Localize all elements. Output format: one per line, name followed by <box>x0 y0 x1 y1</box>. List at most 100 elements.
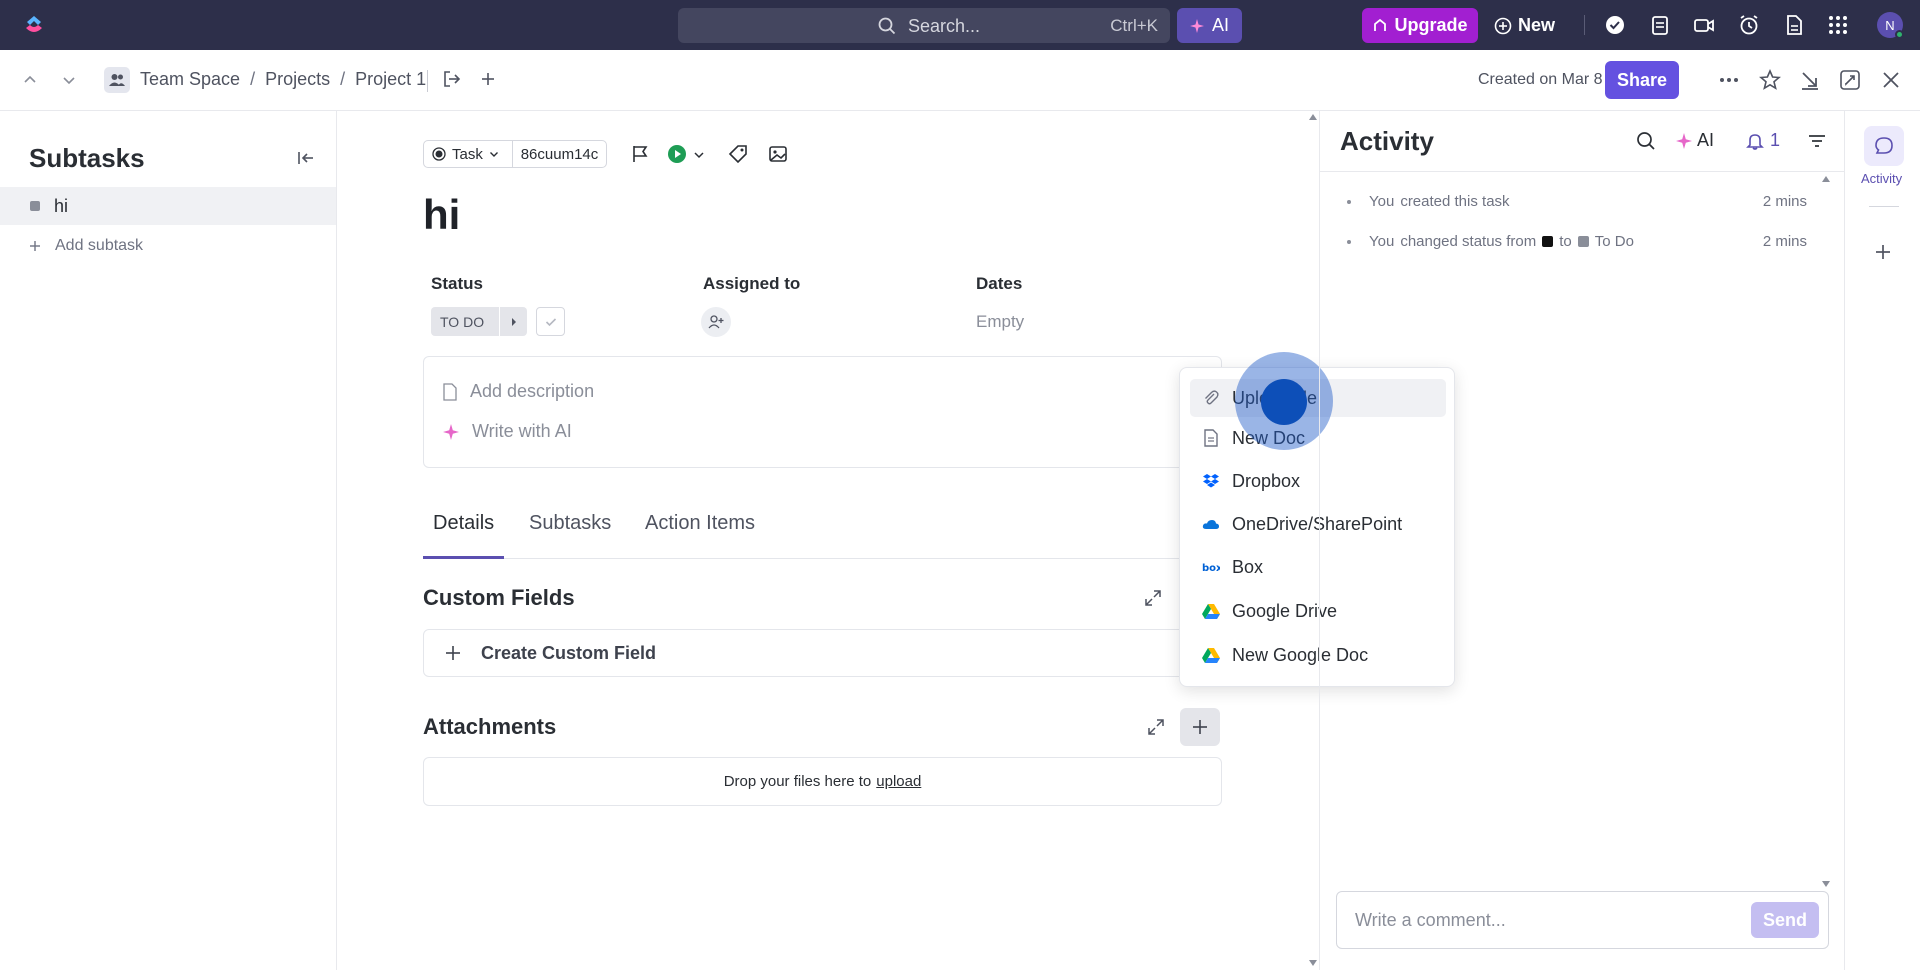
breadcrumb-separator: / <box>340 69 346 89</box>
add-attachment-button[interactable] <box>1180 708 1220 746</box>
complete-task-button[interactable] <box>536 307 565 336</box>
activity-title: Activity <box>1340 126 1434 156</box>
more-horizontal-icon[interactable] <box>1718 69 1740 91</box>
new-button[interactable]: New <box>1494 8 1555 43</box>
chevron-up-icon[interactable] <box>22 72 38 88</box>
check-circle-icon[interactable] <box>1603 13 1627 37</box>
image-icon[interactable] <box>768 144 788 164</box>
dates-label: Dates <box>976 274 1023 293</box>
comment-bubble-icon <box>1875 137 1893 154</box>
status-selector[interactable]: TO DO <box>431 307 527 336</box>
search-bar[interactable]: Search... Ctrl+K <box>678 8 1170 43</box>
onedrive-icon <box>1202 520 1220 529</box>
bell-icon <box>1746 133 1764 150</box>
breadcrumb-projects[interactable]: Projects <box>265 69 330 90</box>
scroll-down-arrow-icon[interactable] <box>1309 960 1317 966</box>
topbar-divider <box>1584 15 1585 35</box>
activity-rail-label: Activity <box>1861 171 1903 186</box>
activity-rail-button[interactable] <box>1864 126 1904 166</box>
video-icon[interactable] <box>1692 13 1716 37</box>
rail-divider <box>1869 206 1899 207</box>
add-subtask-button[interactable]: Add subtask <box>29 237 143 255</box>
sidebar-item-label: hi <box>54 196 69 216</box>
star-icon[interactable] <box>1759 69 1781 91</box>
upgrade-button[interactable]: Upgrade <box>1362 8 1478 43</box>
task-id[interactable]: 86cuum14c <box>512 140 607 168</box>
search-icon[interactable] <box>1636 131 1656 151</box>
tag-icon[interactable] <box>728 144 748 164</box>
tab-action-items[interactable]: Action Items <box>645 512 755 535</box>
expand-icon[interactable] <box>1144 589 1162 607</box>
clickup-logo-icon[interactable] <box>22 13 46 37</box>
activity-entry: You created this task 2 mins <box>1347 193 1807 210</box>
active-tab-indicator <box>423 556 504 559</box>
notification-count: 1 <box>1770 130 1781 150</box>
status-color-swatch <box>1577 236 1589 247</box>
menu-item-label: Box <box>1232 556 1264 577</box>
chevron-down-icon[interactable] <box>693 149 705 161</box>
create-custom-field-button[interactable]: Create Custom Field <box>423 629 1222 677</box>
filter-icon[interactable] <box>1807 131 1827 151</box>
notifications-button[interactable]: 1 <box>1746 130 1780 151</box>
right-rail: Activity <box>1844 111 1920 970</box>
status-color-swatch <box>1542 236 1554 247</box>
close-icon[interactable] <box>1880 69 1902 91</box>
send-button[interactable]: Send <box>1751 902 1819 938</box>
activity-ai-button[interactable]: AI <box>1675 130 1714 151</box>
dates-value[interactable]: Empty <box>976 312 1024 332</box>
add-description-row[interactable]: Add description <box>442 381 594 402</box>
create-custom-field-label: Create Custom Field <box>481 643 657 663</box>
notepad-icon[interactable] <box>1648 13 1672 37</box>
attachment-drop-zone[interactable]: Drop your files here to upload <box>423 757 1222 806</box>
description-box[interactable]: Add description Write with AI <box>423 356 1222 468</box>
document-icon <box>443 382 457 401</box>
created-date: Created on Mar 8 <box>1478 71 1603 88</box>
document-icon[interactable] <box>1782 13 1806 37</box>
svg-text:box: box <box>1202 563 1220 573</box>
breadcrumb: Team Space / Projects / Project 1 <box>140 69 426 90</box>
share-button[interactable]: Share <box>1605 61 1679 99</box>
breadcrumb-project-1[interactable]: Project 1 <box>355 69 426 90</box>
expand-icon[interactable] <box>1147 718 1165 736</box>
next-status-arrow[interactable] <box>499 307 527 336</box>
write-with-ai-label: Write with AI <box>472 421 572 441</box>
scroll-up-arrow-icon[interactable] <box>1309 114 1317 120</box>
ai-button[interactable]: AI <box>1177 8 1242 43</box>
top-bar: Search... Ctrl+K AI Upgrade New N <box>0 0 1920 50</box>
move-task-icon[interactable] <box>442 69 462 89</box>
write-with-ai-row[interactable]: Write with AI <box>442 421 572 442</box>
doc-icon <box>1204 429 1218 447</box>
tab-details[interactable]: Details <box>433 512 494 535</box>
chevron-down-icon[interactable] <box>61 72 77 88</box>
apps-grid-icon[interactable] <box>1826 13 1850 37</box>
collapse-sidebar-icon[interactable] <box>296 148 316 168</box>
task-main-panel: Task 86cuum14c hi Status Assigned to Dat… <box>337 111 1319 970</box>
fullscreen-icon[interactable] <box>1839 69 1861 91</box>
alarm-clock-icon[interactable] <box>1737 13 1761 37</box>
activity-actor: You <box>1369 233 1395 250</box>
task-type-icon <box>432 147 446 161</box>
task-type-selector[interactable]: Task <box>423 140 513 168</box>
custom-fields-title: Custom Fields <box>423 585 575 610</box>
comment-input[interactable]: Write a comment... Send <box>1336 891 1829 949</box>
plus-icon[interactable] <box>478 69 498 89</box>
minimize-icon[interactable] <box>1799 69 1821 91</box>
sidebar-item-hi[interactable]: hi <box>0 187 336 225</box>
scroll-down-arrow-icon[interactable] <box>1822 881 1830 887</box>
play-circle-icon[interactable] <box>667 144 687 164</box>
tab-subtasks[interactable]: Subtasks <box>529 512 611 535</box>
add-assignee-button[interactable] <box>701 307 731 337</box>
activity-to-status: To Do <box>1594 233 1634 250</box>
upload-link[interactable]: upload <box>876 773 921 790</box>
drop-zone-text: Drop your files here to <box>723 773 872 790</box>
google-drive-icon <box>1202 604 1220 619</box>
scroll-up-arrow-icon[interactable] <box>1822 176 1830 182</box>
add-user-icon <box>708 315 724 329</box>
sidebar-title: Subtasks <box>29 143 145 173</box>
breadcrumb-team-space[interactable]: Team Space <box>140 69 240 90</box>
task-title[interactable]: hi <box>423 191 460 239</box>
flag-icon[interactable] <box>630 144 650 164</box>
add-subtask-label: Add subtask <box>55 237 144 254</box>
plus-icon[interactable] <box>1873 242 1893 262</box>
activity-panel: Activity AI 1 You created this task 2 mi… <box>1319 111 1845 970</box>
